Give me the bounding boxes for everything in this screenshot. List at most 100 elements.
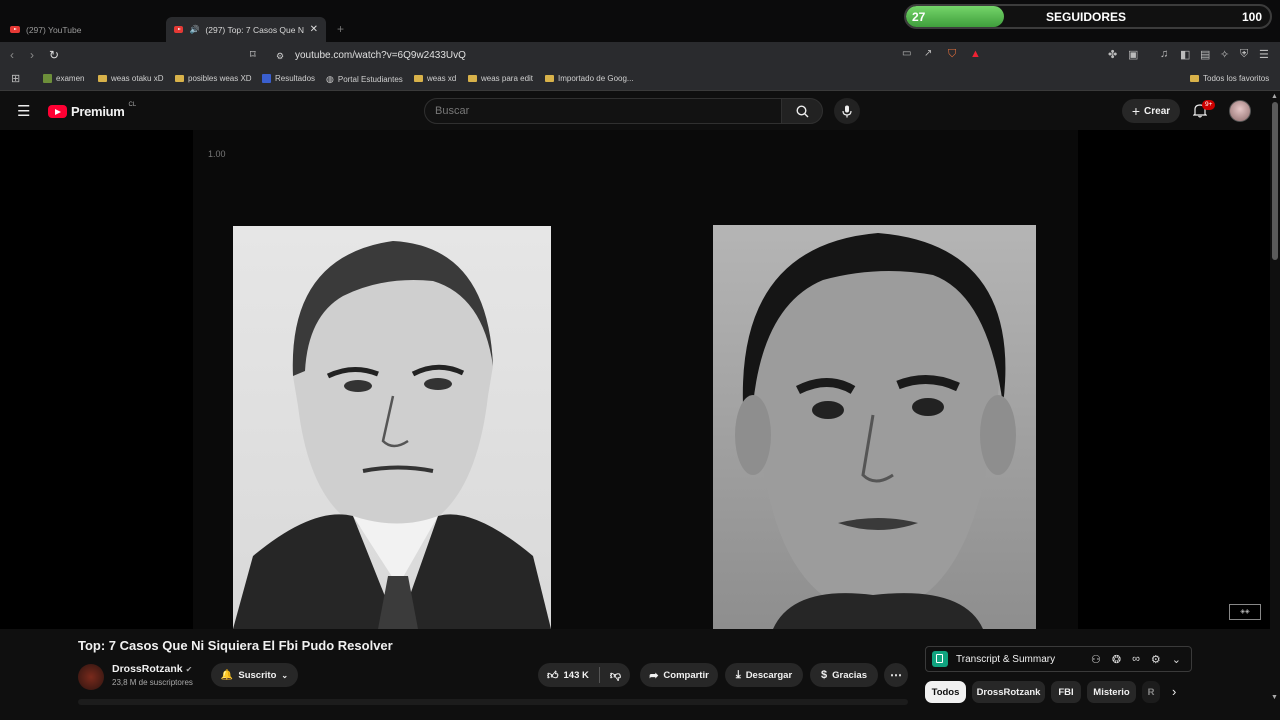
create-button[interactable]: + Crear — [1122, 99, 1180, 123]
bookmark-folder[interactable]: weas para edit — [468, 74, 533, 83]
verified-icon: ✔ — [185, 664, 193, 674]
tab-label: (297) Top: 7 Casos Que Ni Siq — [205, 24, 304, 35]
globe-icon: ◍ — [326, 74, 334, 84]
chips-next-icon[interactable]: › — [1172, 684, 1176, 699]
follower-label: SEGUIDORES — [1046, 10, 1127, 24]
channel-name-row[interactable]: DrossRotzank ✔ — [112, 663, 192, 675]
url-field[interactable]: youtube.com/watch?v=6Q9w2433UvQ — [295, 50, 466, 61]
notifications-button[interactable]: 9+ — [1192, 100, 1216, 123]
bookmark-folder[interactable]: Importado de Goog... — [545, 74, 634, 83]
bookmark-favicon-icon — [262, 74, 271, 83]
chevron-down-icon[interactable]: ⌄ — [1172, 653, 1181, 666]
forward-icon[interactable]: › — [30, 48, 34, 62]
bookmark-all-favorites[interactable]: Todos los favoritos — [1190, 74, 1269, 83]
share-page-icon[interactable]: ↗ — [924, 48, 932, 59]
folder-icon — [175, 75, 184, 82]
thanks-button[interactable]: $ Gracias — [810, 663, 878, 687]
transcript-logo-icon — [932, 651, 948, 667]
openai-icon[interactable]: ❂ — [1112, 653, 1121, 666]
menu-icon[interactable]: ☰ — [1259, 48, 1269, 61]
youtube-favicon-icon — [174, 26, 184, 33]
speaker-icon: 🔊 — [189, 25, 200, 34]
avatar[interactable] — [1229, 100, 1251, 122]
plus-icon: + — [1131, 103, 1141, 119]
youtube-play-icon — [48, 105, 67, 118]
reload-icon[interactable]: ↻ — [49, 48, 59, 62]
like-icon[interactable]: 👍︎ — [547, 669, 559, 682]
dislike-icon[interactable]: 👎︎ — [610, 669, 621, 682]
hamburger-menu-icon[interactable]: ☰ — [17, 102, 30, 120]
youtube-favicon-icon — [10, 26, 20, 33]
scrollbar-thumb[interactable] — [1272, 102, 1278, 260]
close-tab-icon[interactable]: ✕ — [310, 24, 318, 35]
brave-rewards-icon[interactable]: ▲ — [970, 48, 981, 60]
settings-gear-icon[interactable]: ⚙ — [1151, 653, 1161, 666]
vpn-icon[interactable]: ⛨ — [1240, 48, 1248, 61]
chip-fbi[interactable]: FBI — [1051, 681, 1081, 703]
new-tab-icon[interactable]: + — [337, 22, 344, 36]
youtube-logo[interactable]: Premium CL — [48, 102, 136, 119]
glasses-icon[interactable]: ∞ — [1132, 653, 1140, 666]
bookmark-portal[interactable]: ◍ Portal Estudiantes — [326, 74, 403, 85]
search-input[interactable]: Buscar — [424, 98, 782, 124]
follower-goal-bar: 27 SEGUIDORES 100 — [904, 4, 1272, 29]
music-icon[interactable]: ♫ — [1160, 48, 1168, 60]
chip-misterio[interactable]: Misterio — [1087, 681, 1136, 703]
folder-icon — [545, 75, 554, 82]
notification-badge: 9+ — [1202, 100, 1216, 110]
download-button[interactable]: ⤓ Descargar — [725, 663, 803, 687]
bookmark-icon[interactable]: ⌑ — [250, 48, 256, 61]
description-box[interactable] — [78, 699, 908, 705]
cast-icon[interactable]: ▭ — [902, 48, 911, 59]
like-dislike-group: 👍︎ 143 K 👎︎ — [538, 663, 630, 687]
back-icon[interactable]: ‹ — [10, 48, 14, 62]
playback-speed: 1.00 — [208, 149, 226, 159]
thanks-icon: $ — [821, 669, 828, 681]
folder-icon — [468, 75, 477, 82]
channel-name[interactable]: DrossRotzank — [112, 663, 183, 675]
folder-icon — [414, 75, 423, 82]
more-icon: ⋯ — [890, 668, 902, 682]
bookmark-folder[interactable]: weas xd — [414, 74, 456, 83]
robot-icon[interactable]: ⚇ — [1091, 653, 1101, 666]
wallet-icon[interactable]: ▤ — [1200, 48, 1210, 61]
site-info-icon[interactable]: ⚙ — [276, 51, 284, 62]
follower-count: 27 — [912, 10, 926, 24]
extensions-icon[interactable]: ✤ — [1108, 48, 1117, 61]
channel-watermark-icon[interactable]: ◈◈ — [1229, 604, 1261, 620]
apps-grid-icon[interactable]: ⊞ — [11, 72, 20, 85]
chevron-down-icon: ⌄ — [281, 670, 289, 680]
transcript-summary-panel[interactable]: Transcript & Summary ⚇ ❂ ∞ ⚙ ⌄ — [925, 646, 1192, 672]
screenshot-icon[interactable]: ▣ — [1128, 48, 1138, 61]
share-button[interactable]: ➦ Compartir — [640, 663, 718, 687]
follower-goal: 100 — [1241, 10, 1262, 24]
chip-channel[interactable]: DrossRotzank — [972, 681, 1045, 703]
voice-search-button[interactable] — [834, 98, 860, 124]
tab-video[interactable]: 🔊 (297) Top: 7 Casos Que Ni Siq ✕ — [166, 17, 326, 42]
subscriber-count: 23,8 M de suscriptores — [112, 678, 193, 687]
scroll-up-icon[interactable]: ▲ — [1271, 93, 1278, 100]
folder-icon — [1190, 75, 1199, 82]
bookmark-folder[interactable]: weas otaku xD — [98, 74, 163, 83]
suspect-photo-image — [713, 225, 1036, 629]
bookmark-resultados[interactable]: Resultados — [262, 74, 315, 83]
like-count[interactable]: 143 K — [564, 670, 589, 681]
search-button[interactable] — [781, 98, 823, 124]
chip-all[interactable]: Todos — [925, 681, 966, 703]
subscribed-button[interactable]: 🔔 Suscrito ⌄ — [211, 663, 298, 687]
address-bar — [0, 42, 1280, 69]
scroll-down-icon[interactable]: ▼ — [1271, 694, 1278, 701]
more-actions-button[interactable]: ⋯ — [884, 663, 908, 687]
bookmark-folder[interactable]: posibles weas XD — [175, 74, 252, 83]
suspect-sketch-image — [233, 226, 551, 629]
channel-avatar[interactable] — [78, 664, 104, 690]
chip-partial[interactable]: R — [1142, 681, 1160, 703]
bookmark-examen[interactable]: examen — [43, 74, 84, 83]
bookmark-favicon-icon — [43, 74, 52, 83]
tab-youtube[interactable]: (297) YouTube — [2, 17, 162, 42]
video-title: Top: 7 Casos Que Ni Siquiera El Fbi Pudo… — [78, 638, 393, 653]
sidebar-icon[interactable]: ◧ — [1180, 48, 1190, 61]
brave-shield-icon[interactable]: ⛉ — [948, 48, 956, 61]
leo-ai-icon[interactable]: ✧ — [1220, 48, 1229, 61]
tab-label: (297) YouTube — [26, 24, 82, 35]
